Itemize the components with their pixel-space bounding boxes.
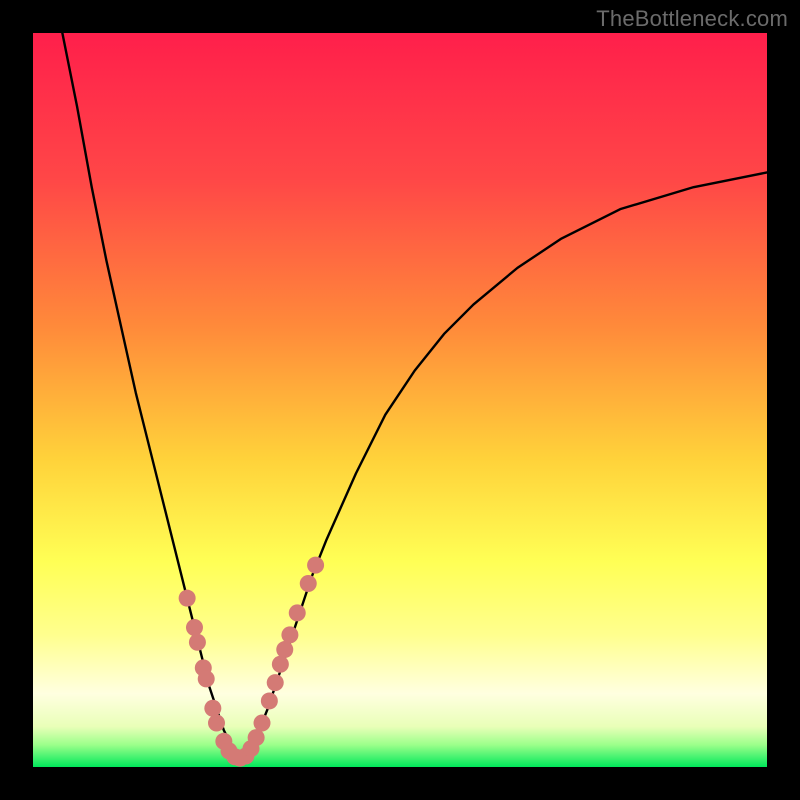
watermark-text: TheBottleneck.com — [596, 6, 788, 32]
valley-marker — [276, 641, 293, 658]
valley-marker — [261, 692, 278, 709]
chart-svg — [33, 33, 767, 767]
curve-left-curve — [62, 33, 238, 760]
marker-layer — [179, 557, 324, 767]
valley-marker — [204, 700, 221, 717]
valley-marker — [289, 604, 306, 621]
valley-marker — [267, 674, 284, 691]
valley-marker — [208, 714, 225, 731]
outer-frame: TheBottleneck.com — [0, 0, 800, 800]
valley-marker — [189, 634, 206, 651]
curve-layer — [62, 33, 767, 760]
valley-marker — [300, 575, 317, 592]
valley-marker — [307, 557, 324, 574]
valley-marker — [281, 626, 298, 643]
curve-right-curve — [239, 172, 767, 759]
valley-marker — [272, 656, 289, 673]
valley-marker — [198, 670, 215, 687]
valley-marker — [254, 714, 271, 731]
valley-marker — [248, 729, 265, 746]
valley-marker — [186, 619, 203, 636]
valley-marker — [179, 590, 196, 607]
